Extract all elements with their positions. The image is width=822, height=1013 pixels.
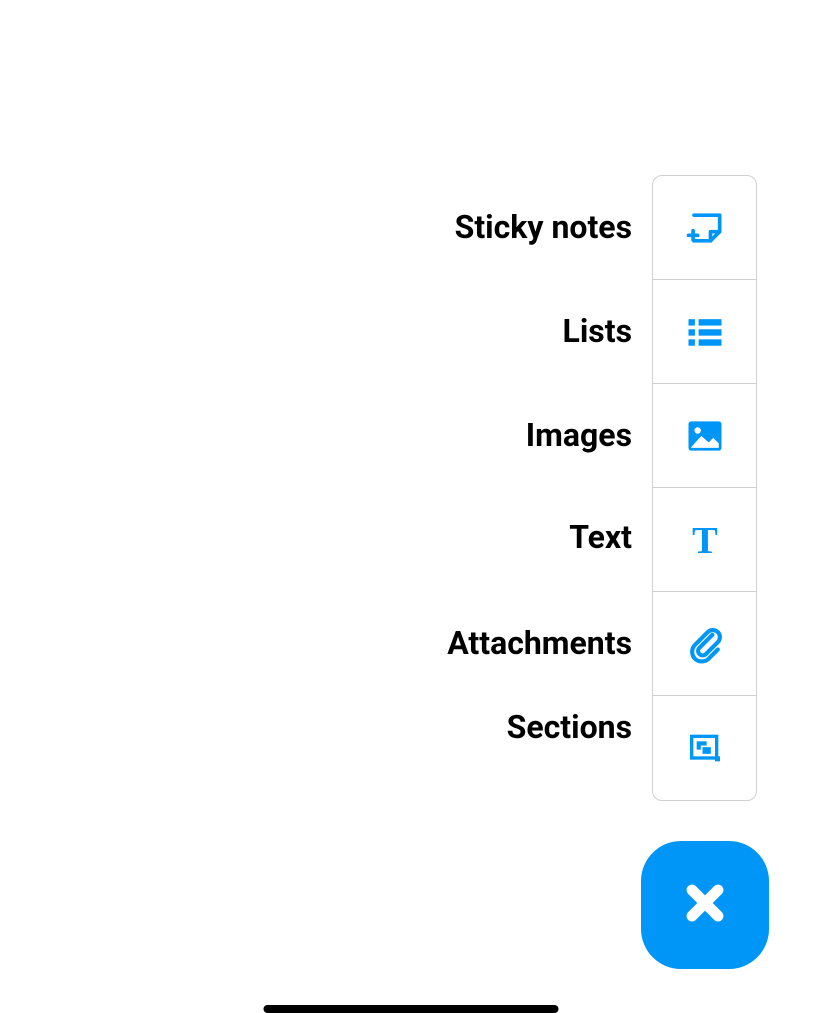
sticky-note-icon <box>683 206 727 250</box>
list-icon <box>683 310 727 354</box>
svg-text:T: T <box>692 519 718 561</box>
attachment-icon <box>683 622 727 666</box>
sections-icon <box>683 726 727 770</box>
close-fab-button[interactable] <box>641 841 769 969</box>
home-indicator <box>264 1005 559 1013</box>
menu-item-attachments[interactable] <box>653 592 756 696</box>
menu-item-sections[interactable] <box>653 696 756 800</box>
menu-label-lists: Lists <box>563 312 632 350</box>
image-icon <box>683 414 727 458</box>
menu-label-images: Images <box>526 416 632 454</box>
menu-item-text[interactable]: T <box>653 488 756 592</box>
menu-label-text: Text <box>569 518 632 556</box>
menu-item-lists[interactable] <box>653 280 756 384</box>
text-icon: T <box>683 518 727 562</box>
menu-item-images[interactable] <box>653 384 756 488</box>
close-icon <box>679 877 731 933</box>
menu-item-sticky-notes[interactable] <box>653 176 756 280</box>
menu-label-sticky-notes: Sticky notes <box>455 208 632 246</box>
add-content-toolbar: T <box>652 175 757 801</box>
menu-label-sections: Sections <box>507 708 632 746</box>
menu-label-attachments: Attachments <box>447 624 632 662</box>
